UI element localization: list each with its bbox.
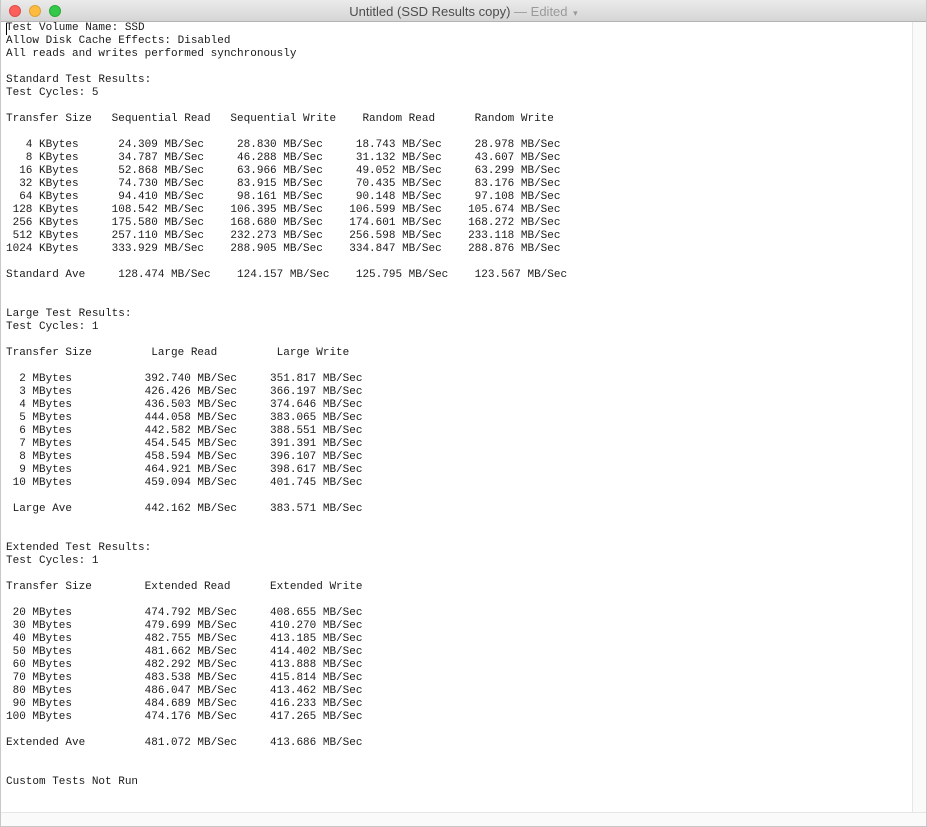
- document-text-area[interactable]: Test Volume Name: SSD Allow Disk Cache E…: [1, 22, 912, 812]
- text-cursor: [6, 23, 7, 35]
- edited-status[interactable]: — Edited: [514, 4, 567, 19]
- horizontal-scrollbar[interactable]: [1, 812, 926, 826]
- text-editor-window: Untitled (SSD Results copy) — Edited ▾ T…: [0, 0, 927, 827]
- chevron-down-icon[interactable]: ▾: [573, 8, 578, 18]
- document-name: Untitled (SSD Results copy): [349, 4, 511, 19]
- document-text[interactable]: Test Volume Name: SSD Allow Disk Cache E…: [6, 22, 567, 789]
- window-title[interactable]: Untitled (SSD Results copy) — Edited ▾: [1, 4, 926, 19]
- vertical-scrollbar[interactable]: [912, 22, 926, 812]
- title-bar[interactable]: Untitled (SSD Results copy) — Edited ▾: [1, 0, 926, 22]
